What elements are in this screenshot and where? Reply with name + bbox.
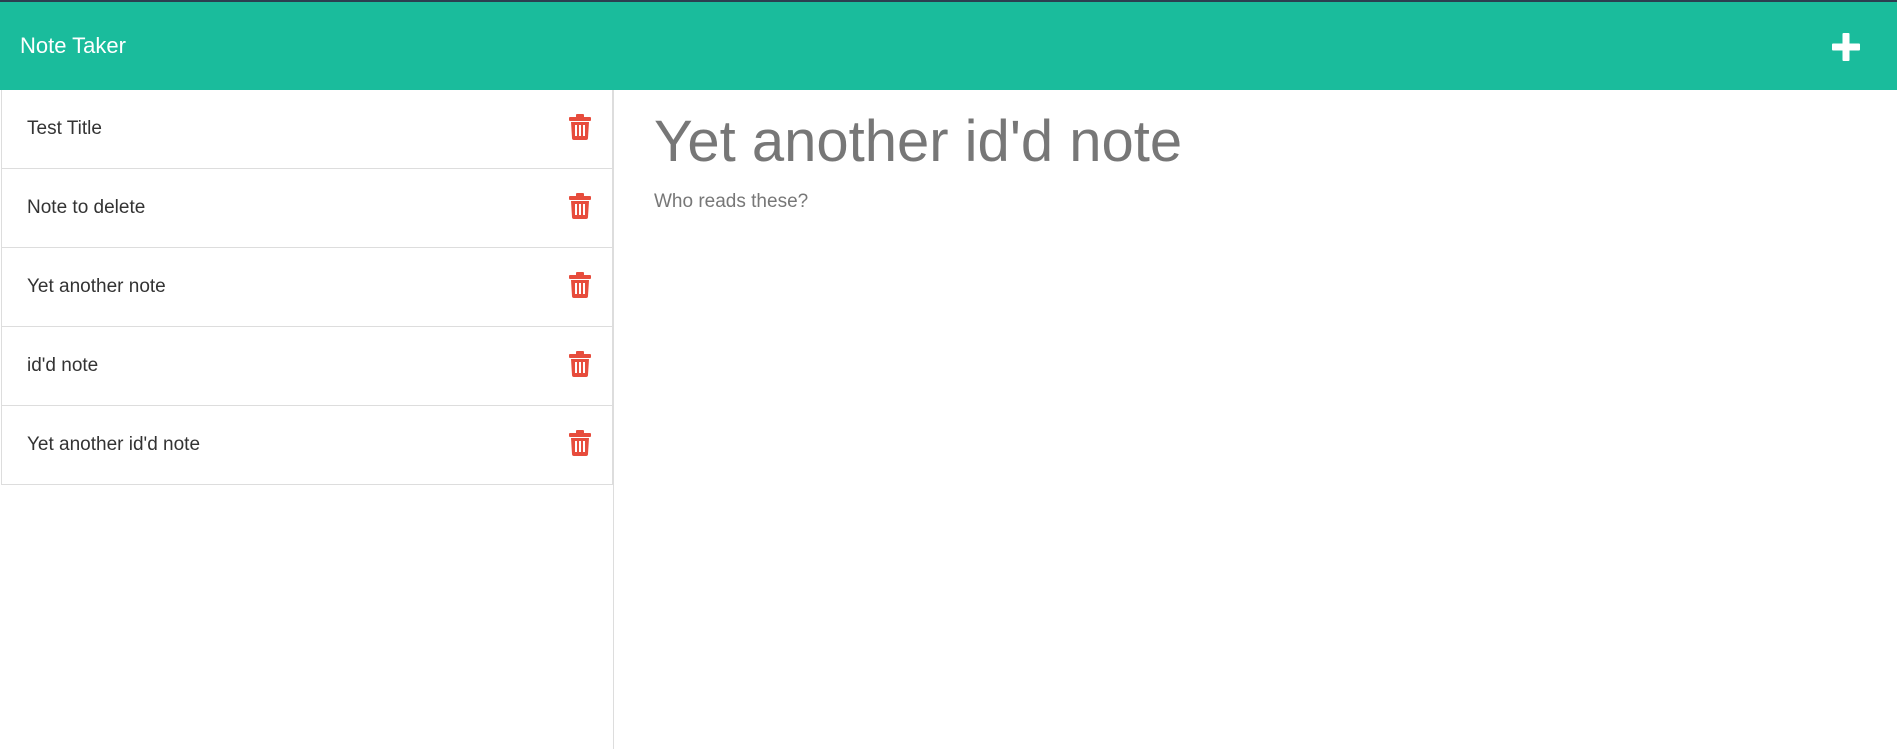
delete-note-button[interactable]	[568, 272, 592, 298]
delete-note-button[interactable]	[568, 193, 592, 219]
note-list-title: Yet another note	[27, 276, 166, 297]
delete-note-button[interactable]	[568, 430, 592, 456]
note-list-title: Note to delete	[27, 197, 146, 218]
delete-note-button[interactable]	[568, 114, 592, 140]
note-list-item[interactable]: Note to delete	[1, 169, 613, 248]
new-note-button[interactable]	[1828, 29, 1864, 65]
delete-note-button[interactable]	[568, 351, 592, 377]
note-list-item[interactable]: Yet another id'd note	[1, 406, 613, 485]
note-list-title: Test Title	[27, 118, 102, 139]
trash-icon	[569, 114, 591, 140]
trash-icon	[569, 193, 591, 219]
plus-icon	[1832, 33, 1860, 61]
trash-icon	[569, 430, 591, 456]
note-list-item[interactable]: Test Title	[1, 90, 613, 169]
trash-icon	[569, 272, 591, 298]
brand-link[interactable]: Note Taker	[20, 30, 126, 62]
note-body-textarea[interactable]: Who reads these?	[654, 189, 1854, 689]
note-list-item[interactable]: Yet another note	[1, 248, 613, 327]
trash-icon	[569, 351, 591, 377]
navbar: Note Taker	[0, 2, 1897, 90]
note-title-input[interactable]	[654, 104, 1854, 180]
note-list-title: Yet another id'd note	[27, 434, 201, 455]
note-list-item[interactable]: id'd note	[1, 327, 613, 406]
note-list: Test Title Note to delete Yet another no…	[0, 90, 613, 485]
note-editor: Who reads these?	[614, 90, 1897, 749]
note-sidebar: Test Title Note to delete Yet another no…	[0, 90, 614, 749]
note-list-title: id'd note	[27, 355, 99, 376]
